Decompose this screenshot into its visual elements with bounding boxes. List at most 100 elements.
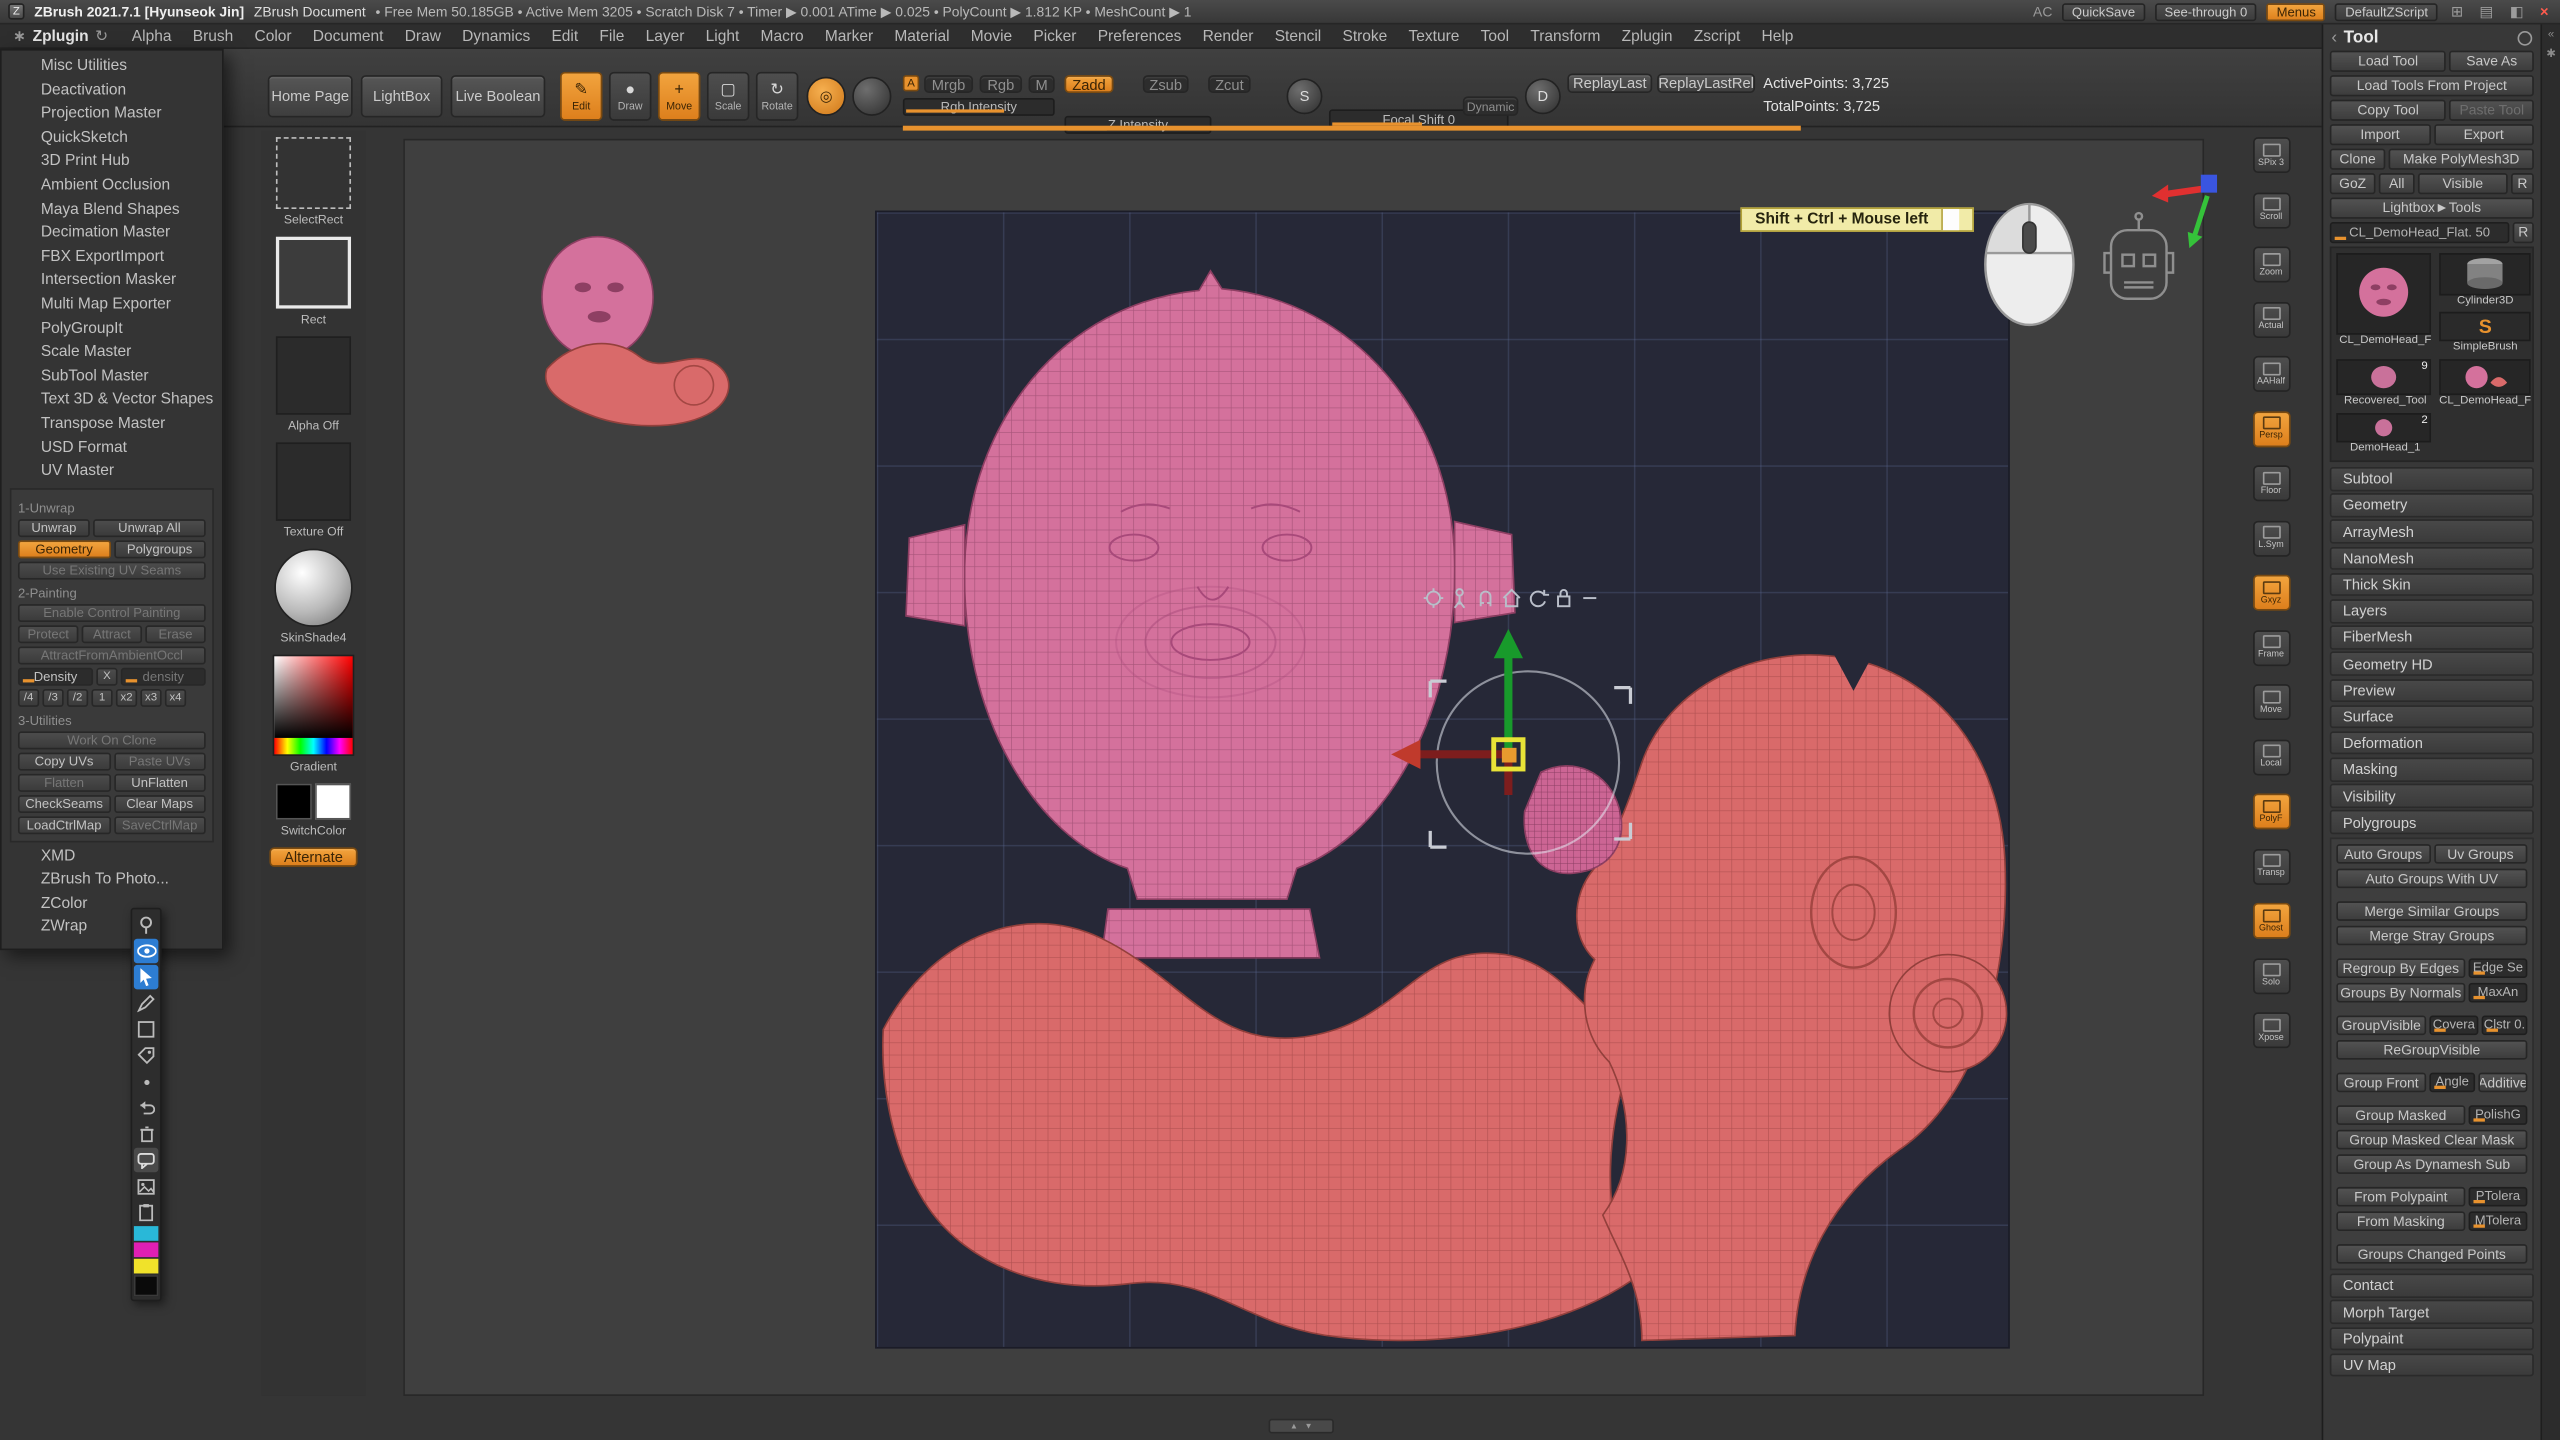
- widget-split-icon[interactable]: ◧: [2506, 2, 2526, 20]
- group-as-dynamesh-sub-button[interactable]: Group As Dynamesh Sub: [2336, 1154, 2527, 1174]
- zplugin-menu-item[interactable]: Scale Master: [2, 341, 222, 365]
- zplugin-menu-item[interactable]: Deactivation: [2, 79, 222, 103]
- tool-section-row[interactable]: Geometry: [2330, 493, 2534, 517]
- right-shelf-button[interactable]: Floor: [2252, 465, 2290, 501]
- coverage-slider[interactable]: Covera: [2429, 1015, 2478, 1035]
- uv-unwrapped-head[interactable]: [906, 271, 1515, 958]
- right-shelf-button[interactable]: Frame: [2252, 629, 2290, 665]
- menu-item[interactable]: Zscript: [1683, 27, 1751, 45]
- group-front-button[interactable]: Group Front: [2336, 1072, 2426, 1092]
- right-shelf-button[interactable]: Persp: [2252, 411, 2290, 447]
- eye-icon[interactable]: [134, 939, 158, 963]
- mode-button[interactable]: + Move: [658, 72, 700, 121]
- zplugin-menu-item[interactable]: Projection Master: [2, 103, 222, 127]
- active-tool-slider[interactable]: CL_DemoHead_Flat. 50: [2330, 222, 2510, 242]
- trash-icon[interactable]: [134, 1122, 158, 1146]
- paste-uvs-button[interactable]: Paste UVs: [113, 752, 205, 770]
- work-on-clone-button[interactable]: Work On Clone: [18, 731, 206, 749]
- canvas-document[interactable]: [875, 211, 2010, 1349]
- right-shelf-button[interactable]: PolyF: [2252, 793, 2290, 829]
- cycle-icon[interactable]: ↻: [95, 27, 108, 45]
- density-preset-button[interactable]: /2: [67, 688, 88, 706]
- right-shelf-button[interactable]: L.Sym: [2252, 520, 2290, 556]
- copy-uvs-button[interactable]: Copy UVs: [18, 752, 110, 770]
- zplugin-menu-item[interactable]: Transpose Master: [2, 413, 222, 437]
- density-preset-button[interactable]: x3: [140, 688, 161, 706]
- cylinder3d-thumbnail[interactable]: [2439, 253, 2531, 295]
- zplugin-menu-item[interactable]: Multi Map Exporter: [2, 294, 222, 318]
- menu-item[interactable]: Transform: [1520, 27, 1611, 45]
- zplugin-menu-item[interactable]: FBX ExportImport: [2, 246, 222, 270]
- select-rect-icon[interactable]: [276, 137, 351, 209]
- load-ctrlmap-button[interactable]: LoadCtrlMap: [18, 816, 110, 834]
- mrgb-toggle[interactable]: Mrgb: [924, 75, 973, 93]
- image-icon[interactable]: [134, 1174, 158, 1198]
- menu-item[interactable]: Marker: [814, 27, 883, 45]
- widget-panel-icon[interactable]: ▤: [2476, 2, 2496, 20]
- edge-sensitivity-slider[interactable]: Edge Se: [2469, 958, 2528, 978]
- menu-item[interactable]: Macro: [750, 27, 814, 45]
- load-tool-button[interactable]: Load Tool: [2330, 51, 2447, 71]
- zplugin-menu-item[interactable]: Ambient Occlusion: [2, 175, 222, 199]
- mode-button[interactable]: ↻ Rotate: [756, 72, 798, 121]
- regroup-by-edges-button[interactable]: Regroup By Edges: [2336, 958, 2465, 978]
- home-page-button[interactable]: Home Page: [268, 75, 353, 117]
- tool-section-row[interactable]: Contact: [2330, 1274, 2534, 1298]
- tool-section-row[interactable]: Masking: [2330, 758, 2534, 782]
- density-preset-button[interactable]: /3: [42, 688, 63, 706]
- right-shelf-button[interactable]: Zoom: [2252, 247, 2290, 283]
- close-icon[interactable]: ×: [2537, 3, 2552, 19]
- goz-all-button[interactable]: All: [2379, 173, 2415, 193]
- right-shelf-button[interactable]: Actual: [2252, 301, 2290, 337]
- copy-tool-button[interactable]: Copy Tool: [2330, 100, 2447, 120]
- comment-icon[interactable]: [134, 1148, 158, 1172]
- menu-item[interactable]: File: [589, 27, 635, 45]
- zcut-toggle[interactable]: Zcut: [1208, 75, 1250, 93]
- tool-section-row[interactable]: Layers: [2330, 599, 2534, 623]
- texture-slot-icon[interactable]: [276, 442, 351, 520]
- menu-item[interactable]: Stroke: [1332, 27, 1398, 45]
- recovered-tool-thumbnail[interactable]: 9: [2336, 359, 2431, 395]
- uv-unwrapped-side[interactable]: [1577, 649, 2007, 1341]
- color-picker[interactable]: [273, 655, 355, 756]
- zplugin-menu-item[interactable]: Text 3D & Vector Shapes: [2, 389, 222, 413]
- zplugin-menu-item[interactable]: Maya Blend Shapes: [2, 198, 222, 222]
- right-shelf-button[interactable]: Move: [2252, 684, 2290, 720]
- menu-item[interactable]: Zplugin: [1611, 27, 1683, 45]
- swatch-magenta[interactable]: [134, 1242, 158, 1257]
- groups-by-normals-button[interactable]: Groups By Normals: [2336, 982, 2465, 1002]
- group-masked-clear-mask-button[interactable]: Group Masked Clear Mask: [2336, 1129, 2527, 1149]
- menu-item[interactable]: Dynamics: [452, 27, 541, 45]
- menu-item[interactable]: Brush: [182, 27, 244, 45]
- pin-icon[interactable]: [2518, 30, 2533, 45]
- group-visible-button[interactable]: GroupVisible: [2336, 1015, 2426, 1035]
- default-zscript-button[interactable]: DefaultZScript: [2335, 2, 2437, 20]
- right-shelf-button[interactable]: Solo: [2252, 958, 2290, 994]
- tool-section-row[interactable]: Preview: [2330, 678, 2534, 702]
- density-x-button[interactable]: X: [96, 667, 117, 685]
- material-sphere-icon[interactable]: [852, 77, 891, 116]
- menu-item[interactable]: Render: [1192, 27, 1264, 45]
- geometry-toggle[interactable]: Geometry: [18, 540, 110, 558]
- tool-section-row[interactable]: Geometry HD: [2330, 652, 2534, 676]
- lightbox-button[interactable]: LightBox: [361, 75, 443, 117]
- tool-section-row[interactable]: Surface: [2330, 705, 2534, 729]
- mode-button[interactable]: ✎ Edit: [560, 72, 602, 121]
- color-hue-strip[interactable]: [274, 738, 352, 754]
- cursor-icon[interactable]: [134, 965, 158, 989]
- density-value-slider[interactable]: density: [121, 667, 206, 685]
- polish-groups-slider[interactable]: PolishG: [2469, 1105, 2528, 1125]
- switch-color-widget[interactable]: [276, 784, 351, 820]
- edge-collapse-icon[interactable]: «: [2548, 29, 2554, 40]
- merge-similar-groups-button[interactable]: Merge Similar Groups: [2336, 901, 2527, 921]
- save-as-button[interactable]: Save As: [2450, 51, 2534, 71]
- tag-icon[interactable]: [134, 1043, 158, 1067]
- tool-r-button[interactable]: R: [2513, 222, 2534, 242]
- right-shelf-button[interactable]: Local: [2252, 739, 2290, 775]
- zplugin-menu-item[interactable]: ZWrap: [2, 917, 222, 941]
- tool-section-row[interactable]: ArrayMesh: [2330, 520, 2534, 544]
- enable-control-painting-toggle[interactable]: Enable Control Painting: [18, 604, 206, 622]
- demohead-f-thumbnail[interactable]: [2439, 359, 2531, 395]
- tool-section-row[interactable]: Deformation: [2330, 731, 2534, 755]
- checkseams-button[interactable]: CheckSeams: [18, 795, 110, 813]
